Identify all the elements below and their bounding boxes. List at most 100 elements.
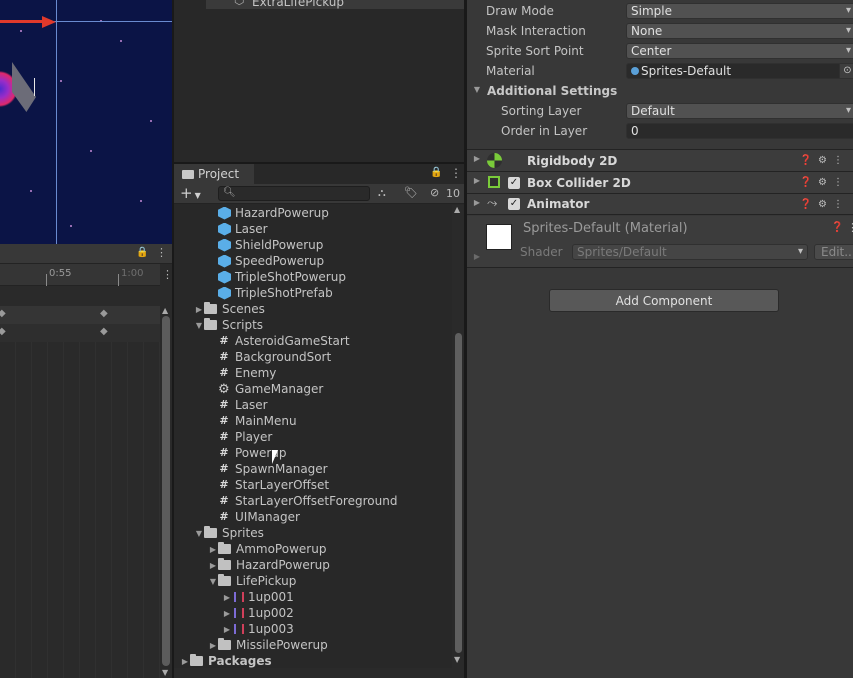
animation-window[interactable]: 🔒 ⋮ 0:55 1:00 ⋮ ◆ ◆ ◆ ◆ ▲ ▼ <box>0 244 173 678</box>
lock-icon[interactable]: 🔒 <box>136 247 148 258</box>
foldout-collapsed-icon[interactable]: ▶ <box>208 545 218 554</box>
shader-edit-button[interactable]: Edit... <box>814 244 853 260</box>
sorting-layer-dropdown[interactable]: Default <box>626 103 853 119</box>
project-item[interactable]: # Laser <box>208 397 267 413</box>
project-item[interactable]: ▶ 1up002 <box>222 605 294 621</box>
component-box-collider-2d[interactable]: ▶ ✓ Box Collider 2D ❓⚙⋮ <box>467 171 853 193</box>
keyframe-row[interactable]: ◆ ◆ <box>0 324 160 342</box>
foldout-expanded-icon[interactable]: ▼ <box>194 529 204 538</box>
project-item[interactable]: ▼ LifePickup <box>208 573 296 589</box>
project-item[interactable]: ▶ 1up003 <box>222 621 294 637</box>
keyframe-diamond[interactable]: ◆ <box>100 308 108 319</box>
hierarchy-item[interactable]: ⬡ ExtraLifePickup <box>206 0 466 9</box>
foldout-collapsed-icon[interactable]: ▶ <box>180 657 190 666</box>
project-horizontal-scrollbar[interactable] <box>174 668 464 678</box>
tab-project[interactable]: Project <box>174 164 254 184</box>
project-item[interactable]: ▶ AmmoPowerup <box>208 541 326 557</box>
project-tree[interactable]: HazardPowerup Laser ShieldPowerup SpeedPowe… <box>174 205 452 678</box>
prefab-icon <box>218 254 231 268</box>
foldout-collapsed-icon[interactable]: ▶ <box>208 641 218 650</box>
hidden-packages-icon[interactable]: ⊘ <box>430 186 439 199</box>
foldout-collapsed-icon[interactable]: ▶ <box>222 625 232 634</box>
more-options-icon[interactable]: ⋮ <box>450 166 462 180</box>
keyframe-diamond[interactable]: ◆ <box>0 326 6 337</box>
component-rigidbody-2d[interactable]: ▶ Rigidbody 2D ❓⚙⋮ <box>467 149 853 171</box>
project-item[interactable]: HazardPowerup <box>208 205 329 221</box>
project-item[interactable]: ▶ Packages <box>180 653 272 669</box>
enabled-checkbox[interactable]: ✓ <box>508 198 520 210</box>
keyframe-row[interactable]: ◆ ◆ <box>0 306 160 324</box>
inspector-window[interactable]: Draw Mode Simple Mask Interaction None Sprit… <box>467 0 853 678</box>
additional-settings-foldout[interactable]: ▼ Additional Settings <box>467 82 853 102</box>
project-item[interactable]: # SpawnManager <box>208 461 327 477</box>
move-gizmo-x-arrow-head <box>42 16 56 28</box>
project-item[interactable]: ▼ Sprites <box>194 525 264 541</box>
foldout-collapsed-icon[interactable]: ▶ <box>194 305 204 314</box>
filter-by-label-icon[interactable]: 🏷︎ <box>404 186 418 199</box>
scroll-down-icon[interactable]: ▼ <box>454 655 460 664</box>
project-item[interactable]: ▼ Scripts <box>194 317 263 333</box>
rigidbody-2d-icon <box>487 153 502 168</box>
move-gizmo-x-arrow[interactable] <box>0 20 48 23</box>
project-item[interactable]: ▶ 1up001 <box>222 589 294 605</box>
project-item[interactable]: TripleShotPowerup <box>208 269 346 285</box>
project-item[interactable]: # MainMenu <box>208 413 296 429</box>
project-item[interactable]: # AsteroidGameStart <box>208 333 350 349</box>
project-item[interactable]: # BackgroundSort <box>208 349 331 365</box>
foldout-collapsed-icon[interactable]: ▶ <box>208 561 218 570</box>
search-input[interactable] <box>237 187 367 200</box>
search-field[interactable]: 🔍︎ <box>218 186 370 201</box>
help-icon[interactable]: ❓ <box>831 222 843 233</box>
scrollbar-thumb[interactable] <box>455 333 462 653</box>
enabled-checkbox[interactable]: ✓ <box>508 176 520 189</box>
time-ruler[interactable]: 0:55 1:00 ⋮ <box>0 264 173 286</box>
project-item[interactable]: # UIManager <box>208 509 300 525</box>
scroll-up-icon[interactable]: ▲ <box>454 205 460 214</box>
anim-scrollbar-track[interactable]: ▲ ▼ <box>160 306 172 678</box>
csharp-script-icon: # <box>219 414 229 427</box>
project-item[interactable]: # StarLayerOffsetForeground <box>208 493 397 509</box>
filter-by-type-icon[interactable]: ⛬ <box>378 186 386 200</box>
more-options-icon[interactable]: ⋮ <box>847 221 853 234</box>
project-item-label: UIManager <box>235 510 300 524</box>
foldout-collapsed-icon[interactable]: ▶ <box>222 593 232 602</box>
project-item[interactable]: ▶ HazardPowerup <box>208 557 330 573</box>
project-item[interactable]: ⚙ GameManager <box>208 381 323 397</box>
component-header-icons[interactable]: ❓⚙⋮ <box>800 155 849 166</box>
dopesheet-area[interactable] <box>0 342 160 678</box>
project-item[interactable]: # Player <box>208 429 272 445</box>
more-options-icon[interactable]: ⋮ <box>156 246 167 259</box>
create-plus-button[interactable]: + ▼ <box>180 184 201 202</box>
project-item[interactable]: # StarLayerOffset <box>208 477 329 493</box>
foldout-expanded-icon[interactable]: ▼ <box>194 321 204 330</box>
project-window[interactable]: Project 🔒 ⋮ + ▼ 🔍︎ ⛬ 🏷︎ ⊘ 10 HazardPoweru… <box>174 164 464 678</box>
material-object-field[interactable]: Sprites-Default ⊙ <box>626 63 853 79</box>
project-item-label: AsteroidGameStart <box>235 334 350 348</box>
scene-view[interactable] <box>0 0 172 244</box>
foldout-collapsed-icon[interactable]: ▶ <box>222 609 232 618</box>
component-header-icons[interactable]: ❓⚙⋮ <box>800 177 849 188</box>
project-item[interactable]: Laser <box>208 221 268 237</box>
project-item[interactable]: ▶ Scenes <box>194 301 265 317</box>
object-picker-icon[interactable]: ⊙ <box>839 64 853 78</box>
project-item[interactable]: SpeedPowerup <box>208 253 324 269</box>
order-in-layer-field[interactable]: 0 <box>626 123 853 139</box>
lock-icon[interactable]: 🔒 <box>430 167 442 178</box>
add-component-button[interactable]: Add Component <box>549 289 779 312</box>
keyframe-diamond[interactable]: ◆ <box>0 308 6 319</box>
property-row: Sprite Sort Point Center <box>467 41 853 61</box>
project-item[interactable]: TripleShotPrefab <box>208 285 333 301</box>
project-item[interactable]: ShieldPowerup <box>208 237 323 253</box>
property-dropdown[interactable]: Center <box>626 43 853 59</box>
foldout-expanded-icon[interactable]: ▼ <box>208 577 218 586</box>
project-scrollbar[interactable]: ▲ ▼ <box>452 205 464 668</box>
keyframe-diamond[interactable]: ◆ <box>100 326 108 337</box>
project-item[interactable]: ▶ MissilePowerup <box>208 637 328 653</box>
foldout-collapsed-icon[interactable]: ▶ <box>472 252 482 261</box>
property-dropdown[interactable]: None <box>626 23 853 39</box>
property-dropdown[interactable]: Simple <box>626 3 853 19</box>
component-header-icons[interactable]: ❓⚙⋮ <box>800 199 849 210</box>
hierarchy-window[interactable]: ⬡ ExtraLifePickup <box>174 0 466 162</box>
project-item[interactable]: # Enemy <box>208 365 276 381</box>
component-animator[interactable]: ▶ ⤳ ✓ Animator ❓⚙⋮ <box>467 193 853 215</box>
